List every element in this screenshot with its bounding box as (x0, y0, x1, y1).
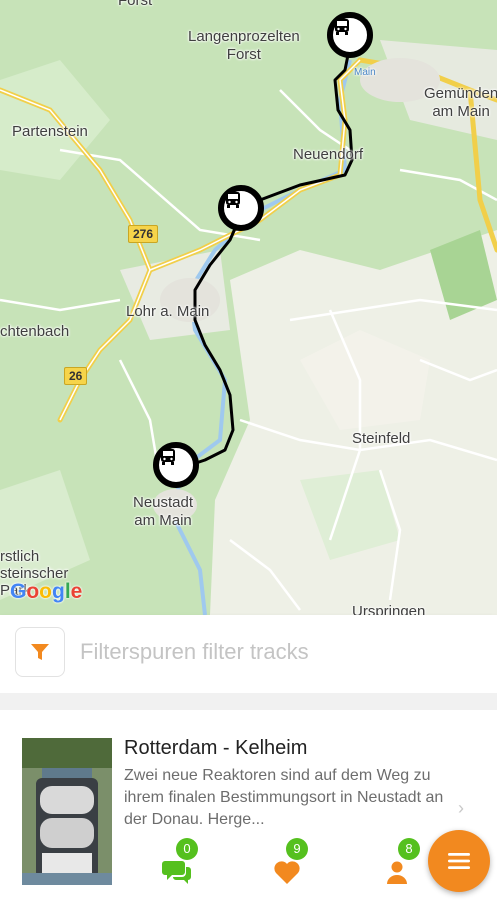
map-label-urspringen: Urspringen (352, 603, 426, 615)
road-badge-26: 26 (64, 367, 88, 385)
bus-icon (161, 449, 175, 465)
filter-tracks-input[interactable] (78, 633, 482, 671)
followers-stat[interactable]: 8 (384, 838, 424, 888)
road-badge-276: 276 (128, 225, 159, 243)
bus-icon (226, 192, 240, 208)
bus-icon (335, 19, 349, 35)
funnel-icon (31, 644, 49, 660)
map-label-langenprozelten: Langenprozelten Forst (188, 28, 300, 63)
map-canvas (0, 0, 497, 615)
likes-count-badge: 9 (286, 838, 308, 860)
track-thumbnail (22, 738, 112, 885)
map-label-gemuenden: Gemünden am Main (424, 85, 497, 120)
map-label-htenbach: chtenbach (0, 323, 70, 340)
map-label-forst-top: Forst (118, 0, 153, 9)
track-card[interactable]: Rotterdam - Kelheim Zwei neue Reaktoren … (0, 710, 497, 900)
menu-button[interactable] (428, 830, 490, 892)
map-view[interactable]: Forst Langenprozelten Forst Partenstein G… (0, 0, 497, 615)
track-title[interactable]: Rotterdam - Kelheim (124, 737, 307, 760)
followers-count-badge: 8 (398, 838, 420, 860)
google-logo: Google (10, 580, 83, 603)
comments-count-badge: 0 (176, 838, 198, 860)
person-icon (387, 861, 407, 884)
bus-marker-1[interactable] (327, 12, 373, 58)
bus-marker-3[interactable] (153, 442, 199, 488)
map-label-river: Main (354, 67, 376, 78)
heart-icon (274, 861, 300, 884)
filter-bar (0, 615, 497, 693)
track-description: Zwei neue Reaktoren sind auf dem Weg zu … (124, 767, 444, 828)
map-label-neuendorf: Neuendorf (293, 146, 364, 163)
map-label-neustadt: Neustadt am Main (133, 494, 194, 529)
comments-stat[interactable]: 0 (162, 838, 202, 888)
bus-marker-2[interactable] (218, 185, 264, 231)
map-label-lohr: Lohr a. Main (126, 303, 210, 320)
chevron-right-icon[interactable]: › (458, 798, 464, 819)
hamburger-menu-icon (448, 853, 470, 869)
map-label-partenstein: Partenstein (12, 123, 88, 140)
section-divider (0, 693, 497, 710)
map-label-steinfeld: Steinfeld (352, 430, 411, 447)
chat-bubbles-icon (162, 861, 191, 884)
likes-stat[interactable]: 9 (272, 838, 312, 888)
filter-button[interactable] (15, 627, 65, 677)
